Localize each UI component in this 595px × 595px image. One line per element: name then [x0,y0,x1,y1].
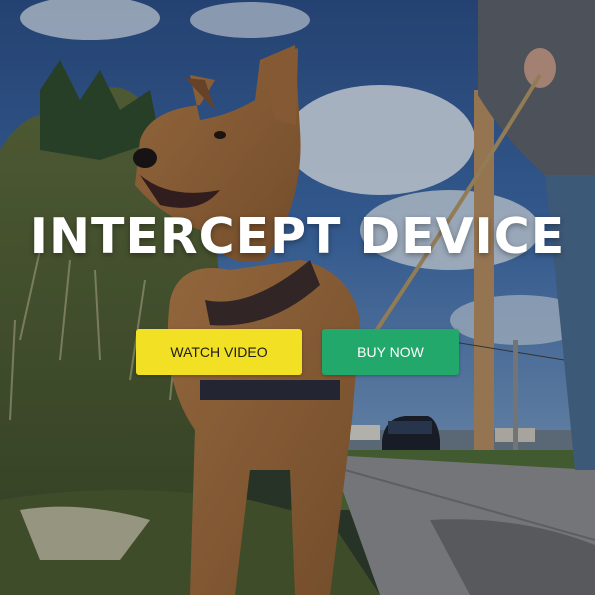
buy-now-button[interactable]: BUY NOW [322,329,459,375]
hero-headline: INTERCEPT DEVICE [29,208,566,265]
hero-section: INTERCEPT DEVICE WATCH VIDEO BUY NOW [0,0,595,595]
hero-cta-row: WATCH VIDEO BUY NOW [0,329,595,375]
watch-video-button[interactable]: WATCH VIDEO [136,329,302,375]
hero-overlay [0,0,595,595]
